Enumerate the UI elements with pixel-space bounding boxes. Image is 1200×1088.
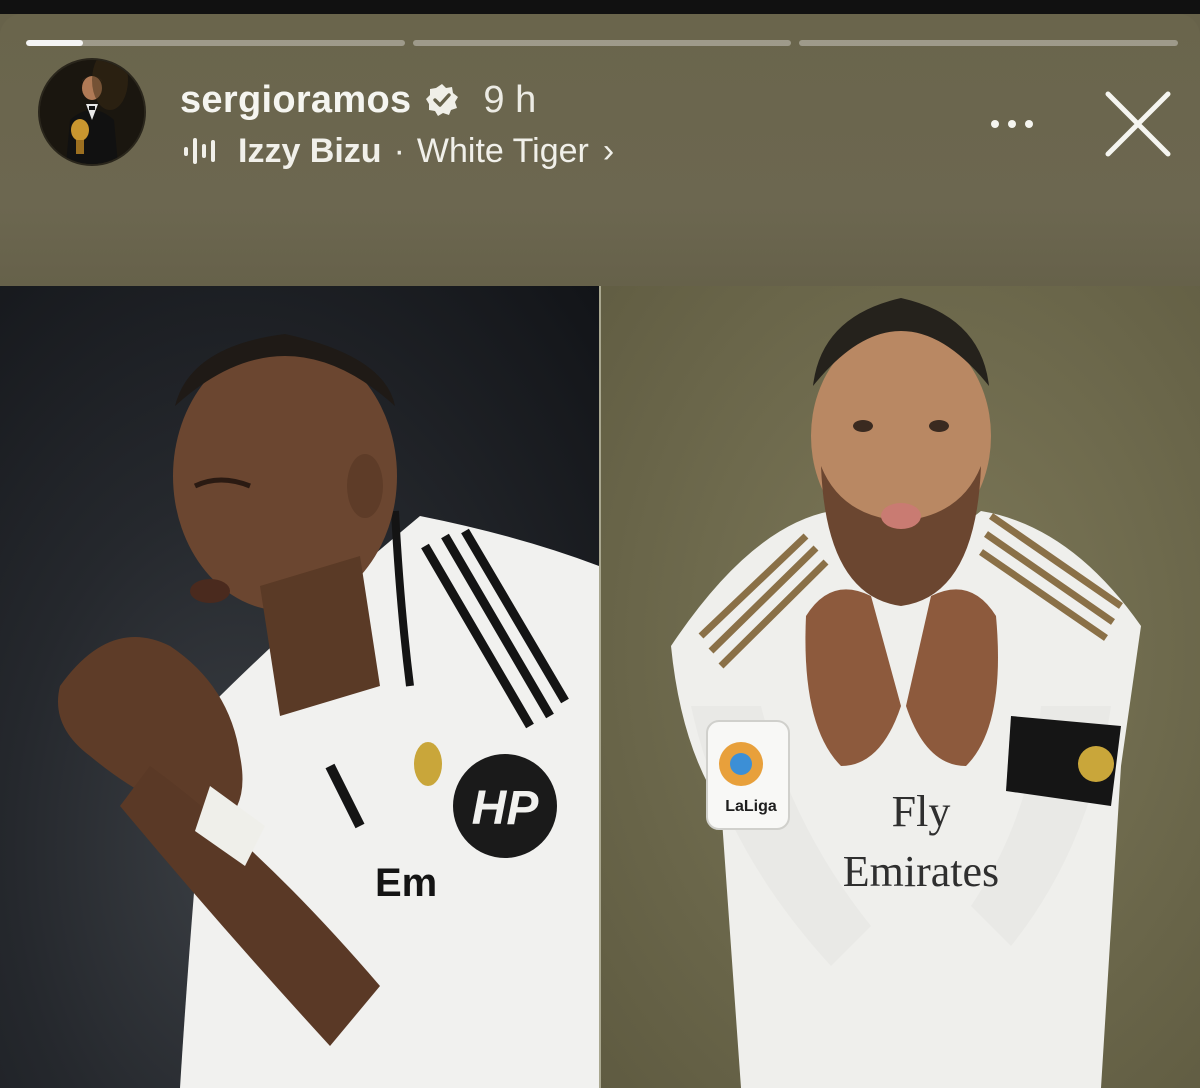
close-icon (1105, 91, 1171, 157)
more-dot (1008, 120, 1016, 128)
more-dot (1025, 120, 1033, 128)
close-button[interactable] (1098, 86, 1178, 166)
verified-badge-icon (425, 83, 459, 117)
post-time: 9 h (483, 78, 537, 121)
laliga-patch: LaLiga (706, 720, 790, 830)
story-photo-right: LaLiga Fly Emirates (601, 286, 1200, 1088)
story-progress-bar (26, 40, 1179, 46)
more-options-button[interactable] (980, 104, 1044, 144)
progress-segment-3 (799, 40, 1179, 46)
story-viewer: sergioramos 9 h Izzy Bizu · White Tiger … (0, 0, 1200, 1088)
story-photo-left: HP Em (0, 286, 599, 1088)
audio-bars-icon (182, 134, 220, 168)
progress-fill (26, 40, 83, 46)
hp-logo: HP (453, 754, 557, 858)
music-separator: · (393, 131, 405, 170)
svg-text:LaLiga: LaLiga (725, 798, 777, 815)
progress-segment-1 (26, 40, 405, 46)
player-illustration-right: LaLiga Fly Emirates (671, 298, 1141, 1088)
avatar[interactable] (38, 58, 146, 166)
chevron-right-icon: › (602, 131, 615, 170)
story-media[interactable]: HP Em LaLiga Fly Emirates (0, 286, 1200, 1088)
svg-text:Fly: Fly (892, 787, 951, 836)
svg-text:Em: Em (375, 861, 437, 905)
player-illustration-left: HP Em (58, 334, 599, 1088)
status-strip (0, 0, 1200, 14)
music-attribution[interactable]: Izzy Bizu · White Tiger › (182, 128, 614, 174)
svg-text:HP: HP (472, 782, 540, 835)
username[interactable]: sergioramos (180, 79, 411, 122)
progress-segment-2 (412, 40, 792, 46)
music-artist: Izzy Bizu (238, 131, 382, 170)
svg-text:Emirates: Emirates (843, 847, 999, 896)
music-song-title: White Tiger (416, 131, 589, 170)
story-user-row: sergioramos 9 h (180, 74, 536, 126)
more-options-icon (991, 120, 999, 128)
